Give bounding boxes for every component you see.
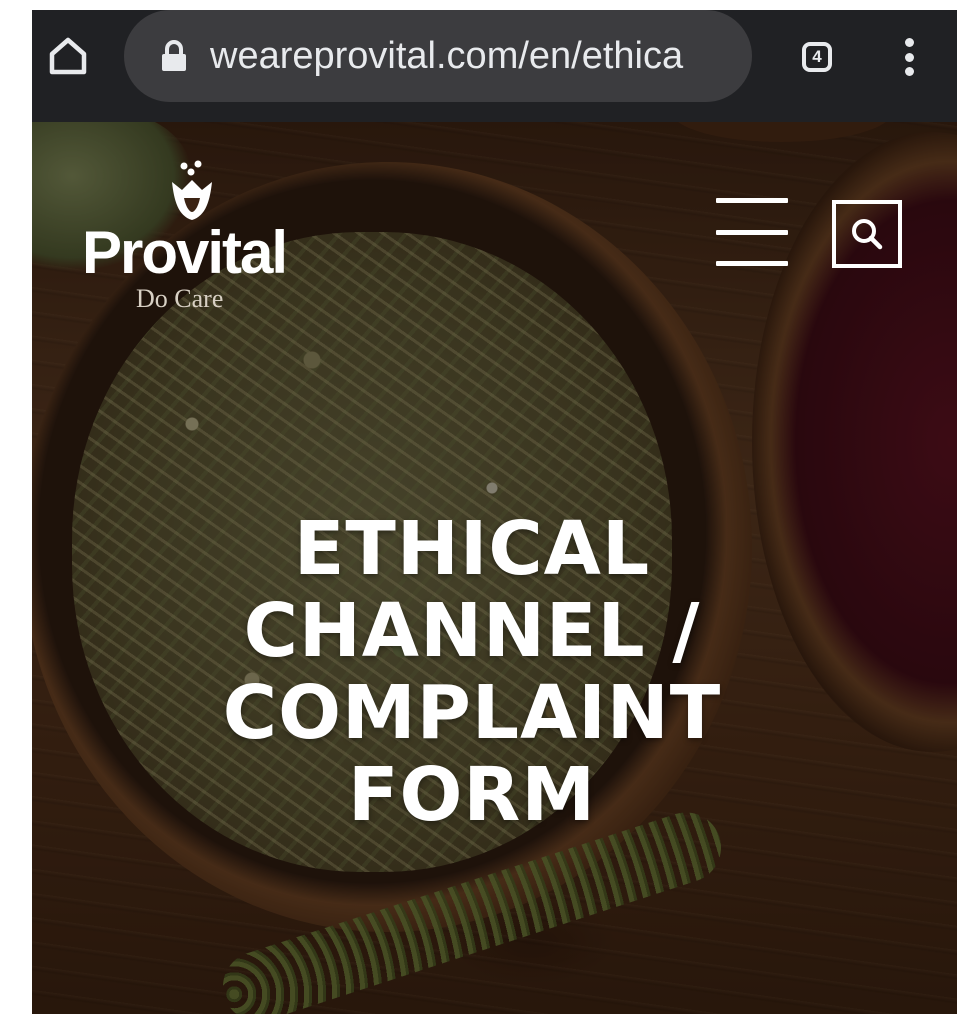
- search-icon: [852, 219, 883, 250]
- hero-section: Provital Do Care ETHICAL CHANNEL / COMPL…: [32, 122, 957, 1014]
- hamburger-line: [716, 229, 788, 235]
- title-line: COMPLAINT: [222, 670, 722, 756]
- logo-wordmark: Provital: [82, 219, 288, 286]
- menu-dot: [904, 52, 914, 62]
- hamburger-menu-icon: [716, 198, 788, 203]
- browser-menu-button[interactable]: [894, 32, 924, 82]
- menu-dot: [904, 67, 914, 76]
- address-bar[interactable]: weareprovital.com/en/ethica: [124, 10, 752, 102]
- title-line: CHANNEL /: [243, 588, 701, 674]
- home-icon: [49, 37, 87, 75]
- tab-count-badge: 4: [802, 42, 832, 72]
- more-vert-icon: [904, 38, 914, 47]
- home-button[interactable]: [44, 32, 92, 80]
- tab-switcher-button[interactable]: 4: [796, 36, 838, 78]
- hamburger-line: [716, 261, 788, 266]
- search-button[interactable]: [832, 200, 902, 268]
- url-text: weareprovital.com/en/ethica: [210, 35, 684, 77]
- title-line: ETHICAL: [293, 506, 651, 592]
- lock-icon: [162, 40, 186, 71]
- browser-toolbar: weareprovital.com/en/ethica 4: [32, 10, 957, 122]
- logo-tagline: Do Care: [136, 284, 224, 313]
- page-title: ETHICAL CHANNEL / COMPLAINT FORM: [32, 508, 912, 836]
- hamburger-menu-button[interactable]: [716, 198, 788, 266]
- site-logo[interactable]: Provital Do Care: [82, 154, 292, 314]
- logo-flower-icon: [172, 160, 212, 220]
- title-line: FORM: [347, 752, 597, 838]
